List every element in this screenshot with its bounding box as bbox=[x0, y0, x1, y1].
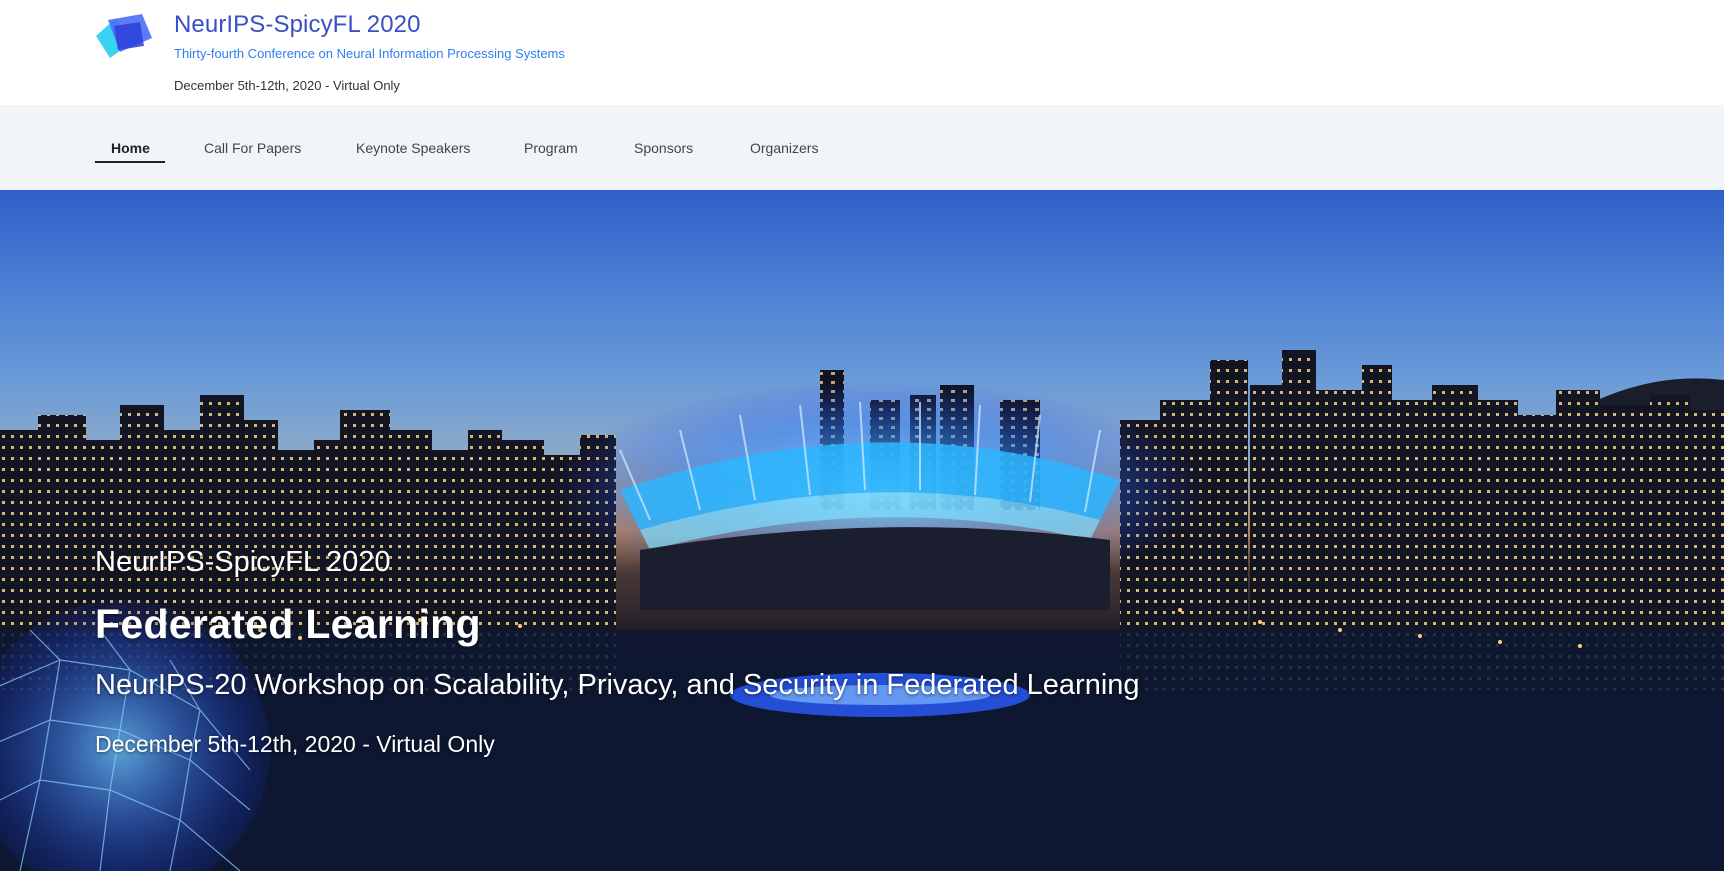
site-title[interactable]: NeurIPS-SpicyFL 2020 bbox=[174, 11, 421, 39]
site-subtitle: Thirty-fourth Conference on Neural Infor… bbox=[174, 46, 565, 61]
active-tab-indicator bbox=[95, 161, 165, 163]
nav-item-keynote-speakers[interactable]: Keynote Speakers bbox=[356, 105, 470, 190]
main-nav: Home Call For Papers Keynote Speakers Pr… bbox=[0, 105, 1724, 190]
hero-banner: NeurIPS-SpicyFL 2020 Federated Learning … bbox=[0, 190, 1724, 871]
nav-item-program[interactable]: Program bbox=[524, 105, 578, 190]
city-skyline-image bbox=[0, 350, 1724, 871]
hero-eyebrow: NeurIPS-SpicyFL 2020 bbox=[95, 546, 391, 578]
hero-title: Federated Learning bbox=[95, 601, 481, 647]
nav-item-call-for-papers[interactable]: Call For Papers bbox=[204, 105, 301, 190]
nav-item-organizers[interactable]: Organizers bbox=[750, 105, 818, 190]
nav-item-sponsors[interactable]: Sponsors bbox=[634, 105, 693, 190]
hero-dates: December 5th-12th, 2020 - Virtual Only bbox=[95, 731, 495, 757]
hero-subtitle: NeurIPS-20 Workshop on Scalability, Priv… bbox=[95, 669, 1140, 701]
layered-squares-logo-icon[interactable] bbox=[92, 12, 158, 62]
site-header: NeurIPS-SpicyFL 2020 Thirty-fourth Confe… bbox=[0, 0, 1724, 105]
site-dates: December 5th-12th, 2020 - Virtual Only bbox=[174, 78, 400, 93]
nav-item-home[interactable]: Home bbox=[111, 105, 150, 190]
